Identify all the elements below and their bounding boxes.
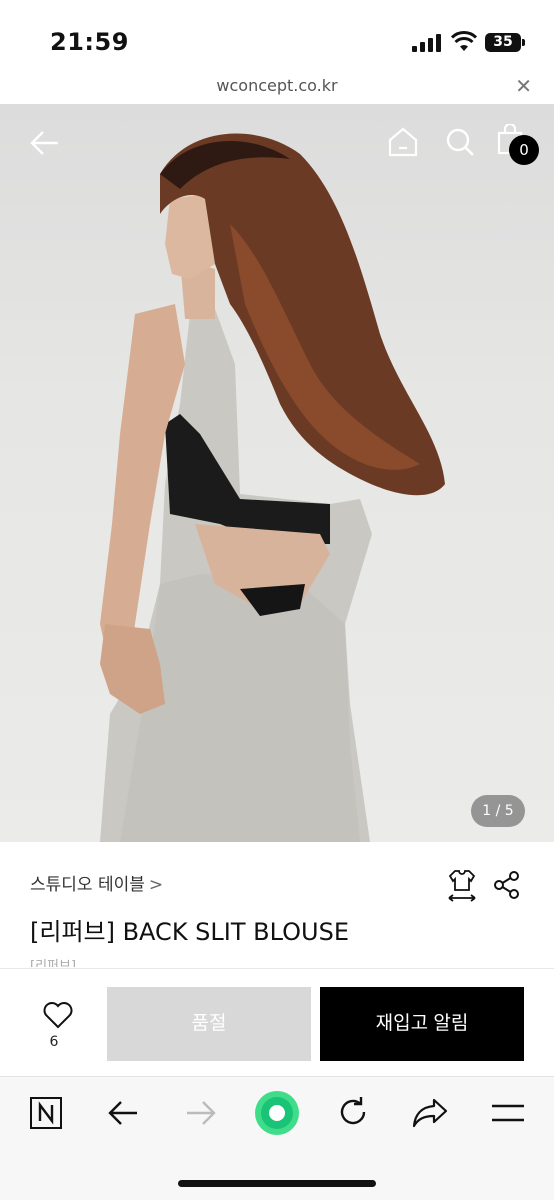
home-indicator — [178, 1180, 376, 1187]
url-text[interactable]: wconcept.co.kr — [0, 76, 554, 95]
menu-icon[interactable] — [490, 1102, 526, 1124]
status-bar: 21:59 35 — [0, 0, 554, 70]
share-arrow-icon[interactable] — [412, 1097, 448, 1129]
back-arrow-icon[interactable] — [28, 128, 62, 158]
like-count: 6 — [49, 1034, 59, 1050]
battery-icon: 35 — [485, 33, 521, 52]
soldout-button[interactable]: 품절 — [107, 987, 311, 1061]
product-subtitle: [리퍼브] — [30, 959, 77, 967]
search-icon[interactable] — [444, 126, 476, 158]
brand-name[interactable]: 스튜디오 테이블 — [30, 875, 145, 895]
browser-forward-icon — [187, 1101, 216, 1125]
url-bar[interactable]: wconcept.co.kr ✕ — [0, 70, 554, 104]
refresh-icon[interactable] — [336, 1095, 370, 1129]
restock-alert-button[interactable]: 재입고 알림 — [320, 987, 524, 1061]
browser-back-icon[interactable] — [106, 1097, 140, 1129]
status-time: 21:59 — [50, 28, 129, 56]
chevron-right-icon: > — [148, 875, 164, 895]
heart-icon[interactable] — [38, 1001, 78, 1029]
close-icon[interactable]: ✕ — [515, 74, 532, 98]
cart-count-badge[interactable]: 0 — [509, 135, 539, 165]
green-dot-icon[interactable] — [254, 1090, 300, 1136]
product-image[interactable]: 1 / 5 — [0, 104, 554, 842]
model-photo — [100, 133, 445, 842]
home-icon[interactable] — [387, 126, 419, 158]
size-guide-icon[interactable] — [446, 868, 478, 902]
product-title: [리퍼브] BACK SLIT BLOUSE — [30, 918, 349, 946]
brand-link[interactable]: 스튜디오 테이블 > — [30, 870, 163, 895]
share-icon[interactable] — [492, 870, 522, 900]
battery-tip — [522, 39, 525, 46]
cellular-signal-icon — [412, 34, 442, 52]
image-pager: 1 / 5 — [471, 795, 525, 827]
naver-home-icon[interactable] — [29, 1096, 63, 1130]
wifi-icon — [451, 31, 477, 51]
